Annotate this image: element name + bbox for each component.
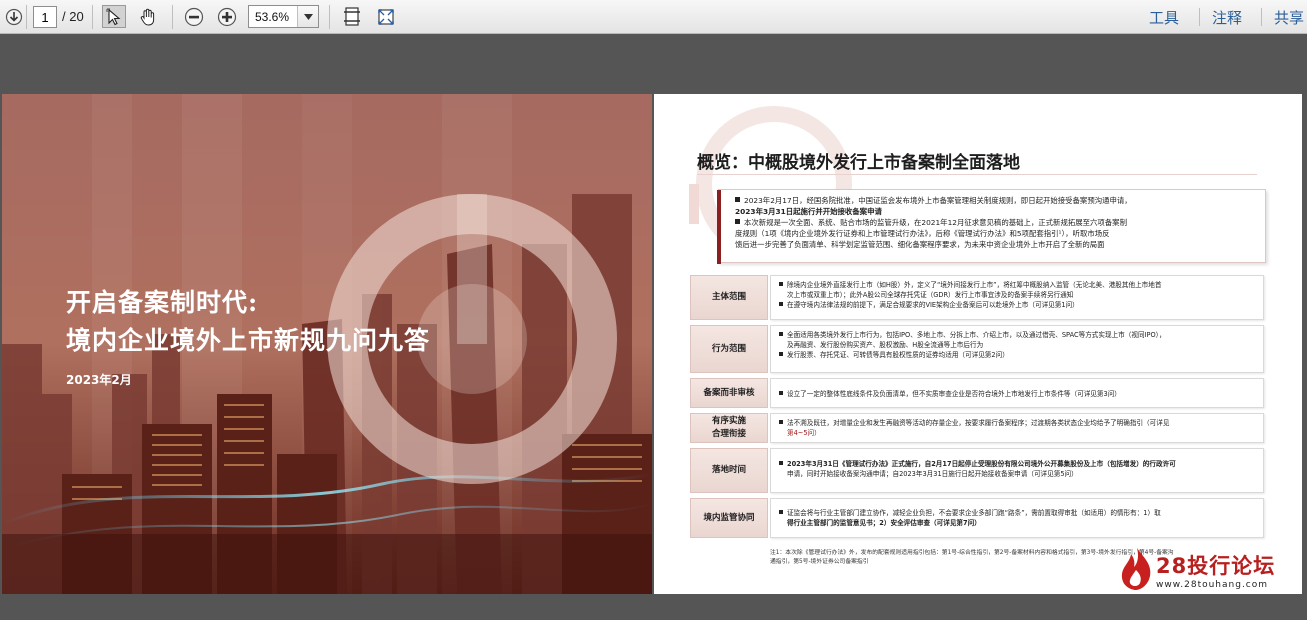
cover-title-line1: 开启备案制时代: bbox=[66, 288, 259, 317]
row-text: 设立了一定的整体性底线条件及负面清单，但不实质审查企业是否符合境外上市地发行上市… bbox=[787, 390, 1121, 398]
flame-icon bbox=[1121, 548, 1151, 590]
cursor-select-icon bbox=[106, 8, 121, 25]
row-content-behavior-scope: 全面适用各类境外发行上市行为，包括IPO、多地上市、分拆上市、介绍上市，以及通过… bbox=[770, 325, 1264, 373]
zoom-out-icon bbox=[184, 7, 204, 26]
chevron-down-icon bbox=[303, 13, 313, 20]
download-icon bbox=[5, 8, 23, 25]
bullet-icon bbox=[779, 352, 783, 356]
toolbar-separator bbox=[1261, 8, 1262, 26]
row-text: 证监会将与行业主管部门建立协作，减轻企业负担，不会要求企业多部门跑“路条”，需前… bbox=[787, 509, 1161, 517]
bullet-icon bbox=[779, 332, 783, 336]
intro-box: 2023年2月17日，经国务院批准，中国证监会发布境外上市备案管理相关制度规则，… bbox=[717, 189, 1266, 264]
zoom-in-icon bbox=[217, 7, 237, 26]
fit-page-icon bbox=[344, 6, 360, 26]
bullet-icon bbox=[735, 219, 740, 224]
row-label-orderly-implementation: 有序实施 合理衔接 bbox=[690, 413, 768, 443]
watermark-url: www.28touhang.com bbox=[1156, 580, 1269, 590]
site-watermark-logo: 28投行论坛 www.28touhang.com bbox=[1116, 546, 1286, 594]
row-label-domestic-coordination: 境内监管协同 bbox=[690, 498, 768, 538]
intro-line-4: 度规则（1项《境内企业境外发行证券和上市管理试行办法》，后称《管理试行办法》和5… bbox=[735, 229, 1110, 238]
intro-line-5: 馈后进一步完善了负面清单、科学划定监管范围、细化备案程序要求，为未来中资企业境外… bbox=[735, 240, 1105, 249]
cover-page: 开启备案制时代: 境内企业境外上市新规九问九答 2023年2月 bbox=[2, 94, 652, 594]
share-link[interactable]: 共享 bbox=[1274, 7, 1304, 28]
page-total: / 20 bbox=[62, 9, 84, 24]
page-number-input[interactable] bbox=[33, 6, 57, 28]
watermark-brand: 28投行论坛 bbox=[1156, 554, 1276, 578]
tools-link[interactable]: 工具 bbox=[1149, 7, 1179, 28]
row-text: 全面适用各类境外发行上市行为，包括IPO、多地上市、分拆上市、介绍上市，以及通过… bbox=[787, 331, 1166, 339]
zoom-out-button[interactable] bbox=[182, 5, 206, 28]
cover-title: 开启备案制时代: 境内企业境外上市新规九问九答 bbox=[66, 284, 430, 360]
cover-date: 2023年2月 bbox=[66, 373, 132, 387]
toolbar-separator bbox=[92, 5, 93, 29]
row-text: 除境内企业境外直接发行上市（如H股）外，定义了“境外间接发行上市”，将红筹中概股… bbox=[787, 281, 1162, 289]
viewer-toolbar: / 20 53.6% bbox=[0, 0, 1307, 34]
bullet-icon bbox=[779, 420, 783, 424]
toolbar-separator bbox=[329, 5, 330, 29]
intro-line-3: 本次新规是一次全面、系统、贴合市场的监管升级，在2021年12月征求意见稿的基础… bbox=[744, 218, 1127, 227]
zoom-value: 53.6% bbox=[255, 10, 290, 24]
row-content-domestic-coordination: 证监会将与行业主管部门建立协作，减轻企业负担，不会要求企业多部门跑“路条”，需前… bbox=[770, 498, 1264, 538]
slide-title: 概览：中概股境外发行上市备案制全面落地 bbox=[697, 153, 1020, 173]
intro-line-2: 2023年3月31日起施行并开始接收备案申请 bbox=[735, 207, 882, 216]
zoom-select[interactable]: 53.6% bbox=[248, 5, 319, 28]
row-label-behavior-scope: 行为范围 bbox=[690, 325, 768, 373]
row-content-subject-scope: 除境内企业境外直接发行上市（如H股）外，定义了“境外间接发行上市”，将红筹中概股… bbox=[770, 275, 1264, 320]
hand-tool-button[interactable] bbox=[136, 5, 160, 28]
fit-page-button[interactable] bbox=[340, 5, 364, 28]
zoom-dropdown-button[interactable] bbox=[297, 6, 318, 27]
row-text: 及再融资、发行股份购买资产、股权激励、H股全流通等上市后行为 bbox=[787, 341, 984, 349]
bullet-icon bbox=[779, 510, 783, 514]
row-text: 次上市或双重上市）；此外A股公司全球存托凭证（GDR）发行上市事宜涉及的备案手续… bbox=[787, 291, 1074, 299]
row-text: 2023年3月31日《管理试行办法》正式施行，自2月17日起停止受理股份有限公司… bbox=[787, 460, 1176, 468]
bullet-icon bbox=[779, 302, 783, 306]
row-text: 第4~5问） bbox=[787, 429, 821, 437]
row-text: 得行业主管部门的监管意见书；2）安全评估审查（可详见第7问） bbox=[787, 519, 981, 527]
row-content-filing-not-review: 设立了一定的整体性底线条件及负面清单，但不实质审查企业是否符合境外上市地发行上市… bbox=[770, 378, 1264, 408]
intro-accent-bar bbox=[717, 190, 721, 264]
row-content-effective-date: 2023年3月31日《管理试行办法》正式施行，自2月17日起停止受理股份有限公司… bbox=[770, 448, 1264, 493]
bullet-icon bbox=[735, 197, 740, 202]
bullet-icon bbox=[779, 461, 783, 465]
row-label-subject-scope: 主体范围 bbox=[690, 275, 768, 320]
toolbar-separator bbox=[26, 5, 27, 29]
intro-line-1: 2023年2月17日，经国务院批准，中国证监会发布境外上市备案管理相关制度规则，… bbox=[744, 196, 1132, 205]
row-text: 申请，同时开始接收备案沟通申请；自2023年3月31日施行日起开始接收备案申请（… bbox=[787, 470, 1078, 478]
comment-link[interactable]: 注释 bbox=[1212, 7, 1242, 28]
row-label-filing-not-review: 备案而非审核 bbox=[690, 378, 768, 408]
toolbar-separator bbox=[1199, 8, 1200, 26]
bullet-icon bbox=[779, 282, 783, 286]
expand-icon bbox=[378, 8, 394, 25]
fit-width-button[interactable] bbox=[374, 5, 398, 28]
zoom-in-button[interactable] bbox=[215, 5, 239, 28]
toolbar-separator bbox=[172, 5, 173, 29]
row-text: 法不溯及既往，对增量企业和发生再融资等活动的存量企业，按要求履行备案程序；过渡期… bbox=[787, 419, 1170, 427]
download-button[interactable] bbox=[2, 5, 26, 28]
cover-title-line2: 境内企业境外上市新规九问九答 bbox=[66, 326, 431, 355]
row-label-effective-date: 落地时间 bbox=[690, 448, 768, 493]
row-content-orderly-implementation: 法不溯及既往，对增量企业和发生再融资等活动的存量企业，按要求履行备案程序；过渡期… bbox=[770, 413, 1264, 443]
title-divider bbox=[697, 174, 1257, 175]
select-tool-button[interactable] bbox=[102, 5, 126, 28]
overview-page: 概览：中概股境外发行上市备案制全面落地 2023年2月17日，经国务院批准，中国… bbox=[654, 94, 1302, 594]
row-text: 发行股票、存托凭证、可转债等具有股权性质的证券均适用（可详见第2问） bbox=[787, 351, 1009, 359]
bullet-icon bbox=[779, 391, 783, 395]
hand-icon bbox=[140, 8, 155, 26]
row-text: 在遵守境内法律法规的前提下，满足合规要求的VIE架构企业备案后可以赴境外上市（可… bbox=[787, 301, 1079, 309]
